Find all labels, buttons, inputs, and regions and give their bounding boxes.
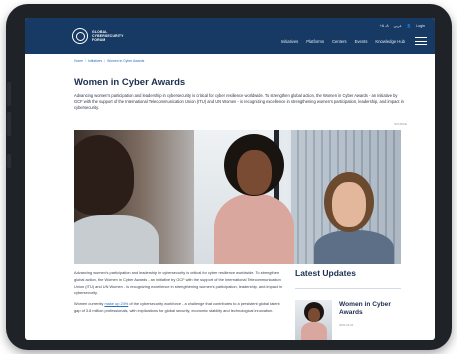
body-paragraph: Women currently make up 24% of the cyber… [74, 301, 284, 315]
hamburger-icon[interactable] [415, 37, 427, 45]
nav-item-centers[interactable]: Centers [332, 39, 347, 44]
tablet-screen: GLOBAL CYBERSECURITY FORUM +A -A عربي 👤 … [25, 18, 435, 340]
sidebar-divider [295, 288, 401, 289]
intro-paragraph: Advancing women's participation and lead… [74, 93, 404, 110]
tablet-power-button [7, 154, 11, 168]
update-date: 2025-03-01 [339, 323, 354, 327]
body-text: Women currently [74, 301, 104, 307]
image-source-tag: SOURCE [394, 122, 407, 126]
utility-bar: +A -A عربي 👤 Login [380, 24, 425, 28]
user-icon[interactable]: 👤 [407, 24, 411, 28]
language-switch[interactable]: عربي [394, 24, 402, 28]
breadcrumb: Home / Initiatives / Women in Cyber Awards [74, 59, 145, 63]
stat-link[interactable]: make up 24% [104, 301, 128, 306]
update-thumbnail[interactable] [295, 300, 332, 340]
logo-text: GLOBAL CYBERSECURITY FORUM [92, 30, 124, 42]
update-title[interactable]: Women in Cyber Awards [339, 301, 401, 316]
breadcrumb-current: Women in Cyber Awards [107, 59, 145, 63]
article-body: Advancing women's participation and lead… [74, 270, 284, 319]
site-header: GLOBAL CYBERSECURITY FORUM +A -A عربي 👤 … [25, 18, 435, 54]
tablet-frame: GLOBAL CYBERSECURITY FORUM +A -A عربي 👤 … [6, 4, 452, 350]
update-card[interactable]: Women in Cyber Awards 2025-03-01 [295, 300, 401, 340]
nav-item-events[interactable]: Events [355, 39, 368, 44]
gcf-logo-icon [72, 28, 88, 44]
logo-line: FORUM [92, 38, 106, 42]
nav-item-knowledge-hub[interactable]: Knowledge Hub [375, 39, 405, 44]
breadcrumb-section[interactable]: Initiatives [88, 59, 102, 63]
hero-image [74, 130, 401, 264]
nav-item-platforms[interactable]: Platforms [306, 39, 324, 44]
nav-item-initiatives[interactable]: Initiatives [281, 39, 298, 44]
page-title: Women in Cyber Awards [74, 77, 186, 88]
main-nav: Initiatives Platforms Centers Events Kno… [281, 39, 405, 44]
tablet-volume-button [7, 82, 11, 106]
site-logo[interactable]: GLOBAL CYBERSECURITY FORUM [72, 28, 124, 44]
sidebar-title: Latest Updates [295, 268, 356, 278]
login-link[interactable]: Login [416, 24, 425, 28]
latest-updates-sidebar: Latest Updates Women in Cyber Awards 202… [295, 268, 401, 340]
body-paragraph: Advancing women's participation and lead… [74, 270, 283, 296]
breadcrumb-home[interactable]: Home [74, 59, 83, 63]
tablet-volume-button [7, 112, 11, 136]
text-size-controls[interactable]: +A -A [380, 24, 389, 28]
